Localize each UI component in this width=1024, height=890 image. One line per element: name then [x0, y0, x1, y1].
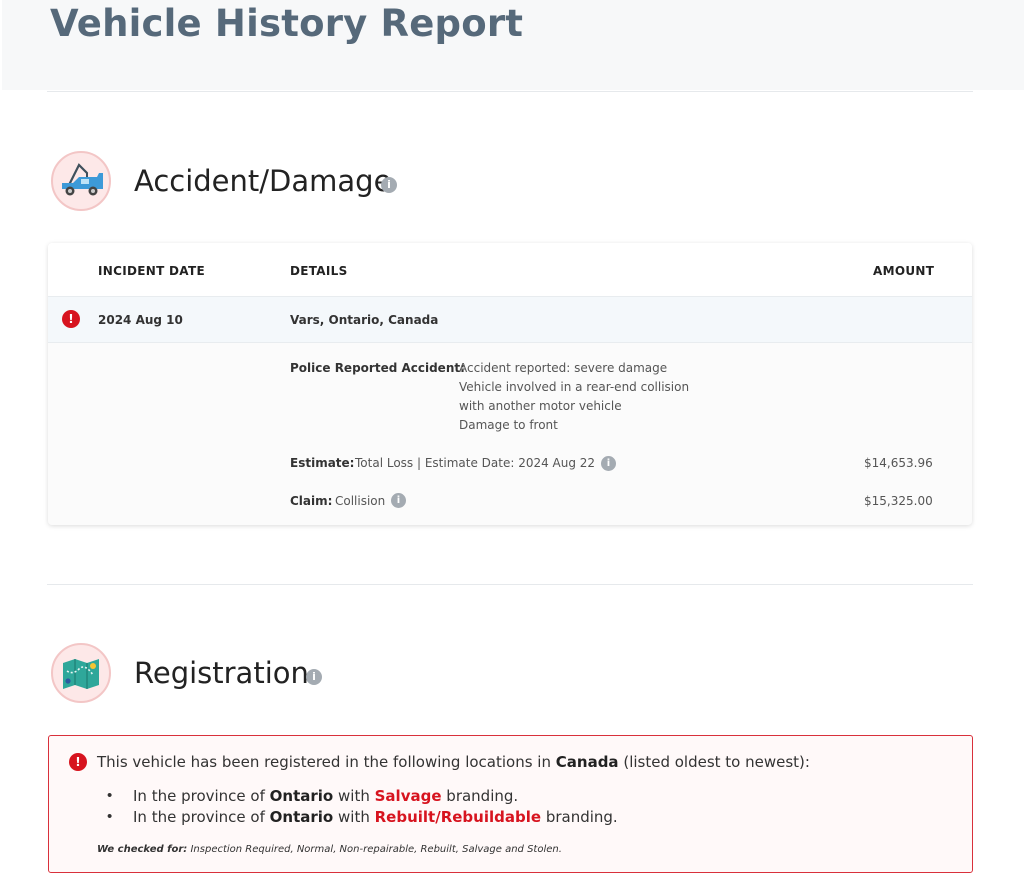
page-title: Vehicle History Report — [50, 2, 524, 45]
header-divider — [47, 91, 973, 92]
estimate-amount: $14,653.96 — [864, 456, 933, 470]
section-title-registration: Registration — [134, 656, 309, 690]
report-header: Vehicle History Report — [2, 0, 1024, 90]
alert-icon: ! — [69, 753, 87, 771]
accident-table: INCIDENT DATE DETAILS AMOUNT ! 2024 Aug … — [48, 243, 972, 525]
police-report-line: with another motor vehicle — [459, 399, 622, 413]
police-report-label: Police Reported Accident: — [290, 361, 465, 375]
police-report-line: Vehicle involved in a rear-end collision — [459, 380, 690, 394]
info-icon[interactable]: i — [381, 177, 397, 193]
tow-truck-icon — [51, 151, 111, 211]
table-header: INCIDENT DATE DETAILS AMOUNT — [48, 243, 972, 297]
claim-value: Collision — [335, 494, 386, 508]
checked-for-note: We checked for: Inspection Required, Nor… — [97, 844, 562, 855]
alert-icon: ! — [62, 310, 80, 328]
estimate-value: Total Loss | Estimate Date: 2024 Aug 22 — [355, 456, 596, 470]
info-icon[interactable]: i — [391, 493, 406, 508]
bullet-icon: • — [107, 808, 113, 825]
claim-label: Claim: — [290, 494, 333, 508]
section-title-accident: Accident/Damage — [134, 164, 392, 198]
bullet-icon: • — [107, 787, 113, 804]
registration-country: Canada — [555, 753, 619, 771]
brand-salvage: Salvage — [374, 787, 442, 805]
incident-date: 2024 Aug 10 — [98, 313, 183, 327]
incident-row[interactable]: ! 2024 Aug 10 Vars, Ontario, Canada — [48, 297, 972, 343]
registration-item: In the province of Ontario with Salvage … — [133, 787, 519, 805]
brand-rebuilt: Rebuilt/Rebuildable — [374, 808, 542, 826]
column-header-incident-date: INCIDENT DATE — [98, 264, 205, 278]
registration-alert: ! This vehicle has been registered in th… — [48, 735, 973, 873]
column-header-amount: AMOUNT — [873, 264, 935, 278]
police-report-line: Damage to front — [459, 418, 558, 432]
police-report-line: Accident reported: severe damage — [459, 361, 668, 375]
registration-intro: This vehicle has been registered in the … — [97, 753, 810, 771]
incident-location: Vars, Ontario, Canada — [290, 313, 439, 327]
registration-item: In the province of Ontario with Rebuilt/… — [133, 808, 618, 826]
column-header-details: DETAILS — [290, 264, 348, 278]
info-icon[interactable]: i — [306, 669, 322, 685]
estimate-label: Estimate: — [290, 456, 355, 470]
map-icon — [51, 643, 111, 703]
section-divider — [47, 584, 973, 585]
claim-amount: $15,325.00 — [864, 494, 933, 508]
info-icon[interactable]: i — [601, 456, 616, 471]
